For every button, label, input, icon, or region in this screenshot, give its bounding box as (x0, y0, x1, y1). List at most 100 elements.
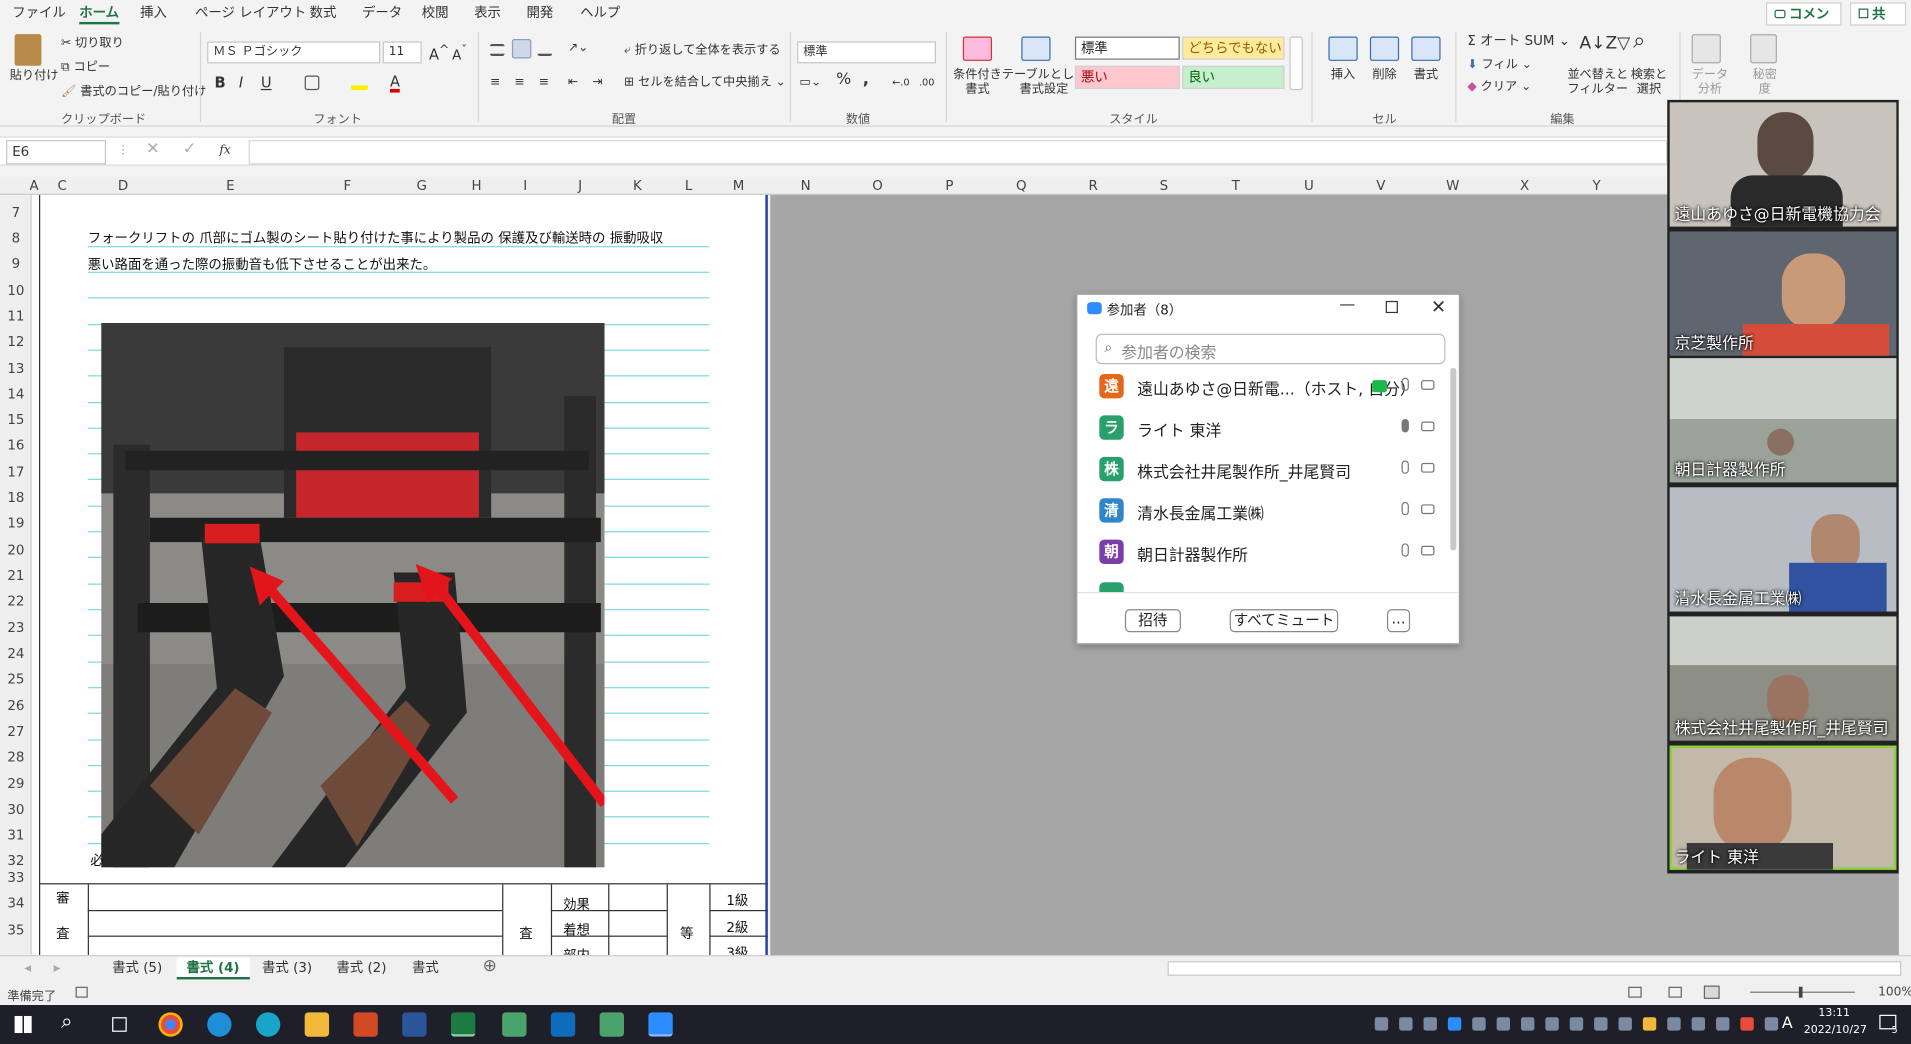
format-painter-button[interactable]: 🖌 書式のコピー/貼り付け (61, 85, 206, 100)
folder-app-icon[interactable] (599, 1012, 624, 1037)
col-header[interactable]: Y (1584, 178, 1608, 194)
task-view-icon[interactable] (112, 1017, 127, 1032)
tray-icon[interactable] (1594, 1017, 1608, 1031)
row-header[interactable]: 8 (0, 230, 32, 246)
zoom-participants-window[interactable]: 参加者（8） — ✕ ⌕ 参加者の検索 遠 遠山あゆさ@日新電...（ホスト, … (1076, 293, 1461, 645)
ime-indicator[interactable]: A (1782, 1015, 1793, 1033)
font-size-select[interactable]: 11 (382, 41, 422, 64)
italic-button[interactable]: I (239, 76, 243, 91)
row-header[interactable]: 19 (0, 515, 32, 531)
border-icon[interactable] (304, 75, 320, 91)
row-header[interactable]: 12 (0, 334, 32, 350)
row-header[interactable]: 16 (0, 437, 32, 453)
sheet-tab[interactable]: 書式 (2) (327, 958, 397, 980)
ie-icon[interactable] (207, 1012, 232, 1037)
sensitivity-icon[interactable] (1750, 34, 1777, 64)
row-header[interactable]: 9 (0, 256, 32, 272)
video-tile-active-speaker[interactable]: ライト 東洋 (1669, 745, 1897, 870)
row-header[interactable]: 15 (0, 412, 32, 428)
col-header[interactable]: J (568, 178, 592, 194)
row-header[interactable]: 22 (0, 593, 32, 609)
col-header[interactable]: K (625, 178, 649, 194)
zoom-slider[interactable] (1750, 991, 1855, 993)
normal-view-icon[interactable] (1628, 986, 1642, 998)
clock-date[interactable]: 2022/10/27 (1804, 1025, 1867, 1037)
camera-icon[interactable] (1421, 421, 1435, 432)
tray-icon[interactable] (1740, 1017, 1754, 1031)
invite-button[interactable]: 招待 (1124, 609, 1181, 633)
excel-icon[interactable] (450, 1012, 476, 1037)
camera-icon[interactable] (1421, 380, 1435, 390)
search-icon[interactable]: ⌕ (1633, 30, 1645, 52)
close-icon[interactable]: ✕ (1431, 296, 1446, 318)
font-grow-button[interactable]: A^ (429, 44, 449, 62)
row-header[interactable]: 28 (0, 749, 32, 765)
autosum-button[interactable]: Σ オート SUM ⌄ (1467, 34, 1570, 49)
col-header[interactable]: Q (1009, 178, 1033, 194)
tab-prev-icon[interactable]: ◂ (24, 960, 31, 976)
copy-button[interactable]: ⧉ コピー (61, 61, 110, 76)
align-bottom-icon[interactable] (537, 44, 553, 57)
tray-icon[interactable] (1667, 1017, 1681, 1031)
camera-icon[interactable] (1421, 545, 1435, 556)
col-header[interactable]: X (1512, 178, 1536, 194)
zoom-slider-thumb[interactable] (1798, 986, 1803, 998)
style-normal[interactable]: 標準 (1074, 36, 1180, 60)
orientation-button[interactable]: ↗⌄ (568, 41, 588, 56)
sheet-tab[interactable]: 書式 (3) (252, 958, 322, 980)
style-good[interactable]: 良い (1182, 65, 1285, 89)
insert-cells-label[interactable]: 挿入 (1331, 68, 1355, 83)
row-header[interactable]: 34 (0, 895, 32, 911)
zoom-tray-icon[interactable] (1447, 1017, 1462, 1031)
row-header[interactable]: 30 (0, 802, 32, 818)
decrease-decimal-button[interactable]: .00 (919, 76, 935, 91)
comma-button[interactable]: , (863, 72, 869, 88)
participant-row[interactable]: 遠 遠山あゆさ@日新電...（ホスト, 自分） (1097, 372, 1450, 404)
chrome-icon[interactable] (158, 1012, 183, 1037)
fill-button[interactable]: ⬇ フィル ⌄ (1467, 58, 1532, 73)
clear-button[interactable]: ◆ クリア ⌄ (1467, 80, 1531, 95)
row-header[interactable]: 26 (0, 698, 32, 714)
clock-time[interactable]: 13:11 (1818, 1007, 1850, 1019)
enter-icon[interactable]: ✓ (183, 141, 196, 158)
col-header[interactable]: U (1297, 178, 1321, 194)
row-header[interactable]: 11 (0, 308, 32, 324)
align-top-icon[interactable] (489, 43, 505, 57)
underline-button[interactable]: U (261, 76, 272, 91)
mute-all-button[interactable]: すべてミュート (1229, 609, 1339, 633)
tab-next-icon[interactable]: ▸ (54, 960, 61, 976)
col-header[interactable]: I (513, 178, 537, 194)
col-header[interactable]: A (22, 178, 46, 194)
col-header[interactable]: G (410, 178, 434, 194)
horizontal-scrollbar[interactable] (1167, 961, 1902, 976)
row-header[interactable]: 10 (0, 283, 32, 299)
row-header[interactable]: 25 (0, 671, 32, 687)
format-cells-icon[interactable] (1411, 36, 1441, 61)
col-header[interactable]: W (1441, 178, 1465, 194)
comment-button[interactable]: コメント (1765, 2, 1842, 43)
tray-icon[interactable] (1472, 1017, 1486, 1031)
menu-review[interactable]: 校閲 (422, 5, 449, 24)
tray-icon[interactable] (1691, 1017, 1706, 1031)
align-middle-icon[interactable] (511, 38, 532, 59)
participant-row[interactable]: ラ ライト 東洋 (1097, 413, 1450, 445)
col-header[interactable]: M (726, 178, 750, 194)
video-tile[interactable]: 朝日計器製作所 (1669, 358, 1897, 483)
tray-icon[interactable] (1569, 1017, 1584, 1031)
col-header[interactable]: E (218, 178, 242, 194)
sheet-page[interactable]: フォークリフトの 爪部にゴム製のシート貼り付けた事により製品の 保護及び輸送時の… (31, 194, 768, 964)
cancel-icon[interactable]: ✕ (146, 141, 159, 158)
outlook-icon[interactable] (550, 1012, 576, 1037)
col-header[interactable]: V (1369, 178, 1393, 194)
powerpoint-icon[interactable] (353, 1012, 378, 1037)
fill-color-icon[interactable] (351, 76, 369, 91)
more-options-button[interactable]: ... (1386, 609, 1411, 633)
styles-scroll[interactable] (1289, 36, 1303, 91)
col-header[interactable]: D (111, 178, 135, 194)
row-header[interactable]: 23 (0, 620, 32, 636)
menu-page-layout[interactable]: ページ レイアウト (195, 5, 306, 24)
video-tile[interactable]: 株式会社井尾製作所_井尾賢司 (1669, 616, 1897, 741)
search-icon[interactable]: ⌕ (61, 1010, 73, 1034)
zoom-app-icon[interactable] (648, 1012, 673, 1037)
camera-icon[interactable] (1421, 504, 1435, 515)
